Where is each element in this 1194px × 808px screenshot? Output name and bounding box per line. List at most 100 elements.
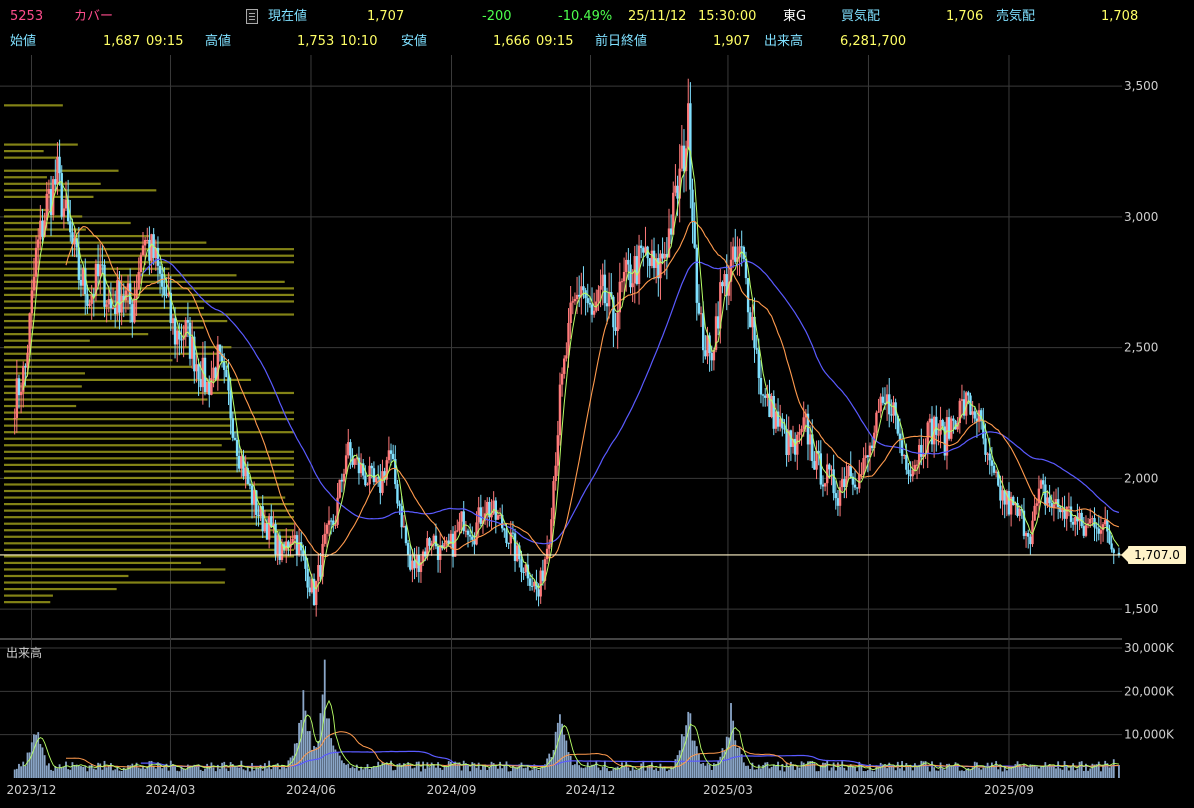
volume-bar <box>291 755 294 778</box>
profile-bar <box>4 548 294 551</box>
candle-body <box>235 439 239 456</box>
candle-body <box>793 438 797 455</box>
candle-body <box>761 394 765 396</box>
volume-bar <box>760 768 762 778</box>
candle-body <box>945 417 949 456</box>
candle-body <box>721 282 724 287</box>
volume-bar <box>75 764 78 778</box>
date-tick-label: 2023/12 <box>7 783 57 797</box>
candle-body <box>642 248 645 253</box>
volume-bar <box>454 761 457 778</box>
volume-bar <box>813 763 816 778</box>
candle-body <box>687 103 690 149</box>
volume-bar <box>353 768 356 778</box>
volume-bar <box>796 766 799 778</box>
volume-bar <box>984 767 987 778</box>
candle-body <box>764 395 767 398</box>
volume-bar <box>958 770 961 778</box>
profile-bar <box>4 516 294 519</box>
candle-body <box>1063 509 1066 519</box>
volume-bar <box>811 760 814 778</box>
volume-bar <box>965 769 968 778</box>
candle-body <box>558 384 562 436</box>
volume-bar <box>84 766 87 778</box>
volume-bar <box>120 771 123 778</box>
candle-body <box>37 239 40 248</box>
volume-bar <box>178 771 181 778</box>
volume-bar <box>657 770 660 778</box>
volume-bar <box>621 762 623 778</box>
volume-bar <box>593 764 596 778</box>
volume-bar <box>278 769 281 778</box>
volume-bar <box>997 769 1000 778</box>
volume-bar <box>116 766 119 778</box>
candle-body <box>1046 497 1049 506</box>
volume-bar <box>931 761 933 778</box>
volume-bar <box>700 763 702 778</box>
volume-bar <box>565 740 568 778</box>
candle-body <box>759 377 763 395</box>
profile-bar <box>4 156 59 159</box>
candle-body <box>680 145 684 169</box>
candle-body <box>347 442 350 456</box>
candle-body <box>697 302 701 314</box>
volume-bar <box>768 768 771 778</box>
volume-bar <box>640 763 643 778</box>
candle-body <box>257 514 260 517</box>
volume-bar <box>20 766 23 778</box>
candle-body <box>1059 507 1062 513</box>
date-tick-label: 2025/03 <box>703 783 753 797</box>
volume-bar <box>201 771 204 778</box>
volume-bar <box>627 767 630 778</box>
candle-body <box>464 530 468 532</box>
volume-tick-label: 10,000K <box>1124 728 1175 742</box>
candle-body <box>116 280 119 314</box>
volume-bar <box>721 748 724 778</box>
volume-bar <box>580 767 583 778</box>
candle-body <box>250 485 254 505</box>
volume-bar <box>710 769 713 778</box>
volume-bar <box>772 764 775 778</box>
volume-bar <box>343 763 345 778</box>
volume-bar <box>926 766 929 778</box>
profile-bar <box>4 489 257 493</box>
candle-body <box>821 484 825 487</box>
candle-body <box>188 322 192 359</box>
volume-bar <box>599 770 602 778</box>
profile-bar <box>4 241 207 244</box>
volume-tick-label: 30,000K <box>1124 641 1175 655</box>
volume-bar <box>1052 765 1055 778</box>
candle-body <box>276 535 279 555</box>
candle-body <box>227 377 230 391</box>
volume-bar <box>603 760 606 778</box>
candle-body <box>689 103 692 190</box>
volume-bar <box>890 765 893 778</box>
candle-body <box>460 511 463 522</box>
candle-body <box>813 461 816 470</box>
volume-bar <box>567 752 570 778</box>
volume-bar <box>1050 766 1053 778</box>
candle-body <box>774 411 778 429</box>
candle-body <box>513 533 517 561</box>
volume-bar <box>559 714 561 778</box>
price-volume-chart[interactable]: 1,500 2,000 2,500 3,000 3,500 10,000K 20,000K 3… <box>0 0 1194 808</box>
profile-bar <box>4 150 44 153</box>
volume-bar <box>142 765 144 778</box>
candle-body <box>796 434 799 455</box>
candle-body <box>391 453 395 459</box>
volume-bar <box>633 769 636 778</box>
volume-bar <box>698 754 700 778</box>
profile-bar <box>4 293 294 297</box>
candle-body <box>890 414 893 416</box>
candle-body <box>56 156 59 185</box>
candle-body <box>1007 490 1011 515</box>
candle-body <box>823 483 827 487</box>
volume-bar <box>986 762 989 778</box>
candle-body <box>661 253 664 259</box>
candle-body <box>99 264 102 277</box>
profile-bar <box>4 444 222 447</box>
volume-bar <box>653 769 655 778</box>
volume-bar <box>834 770 837 778</box>
candle-body <box>163 286 166 296</box>
candle-body <box>248 483 252 486</box>
